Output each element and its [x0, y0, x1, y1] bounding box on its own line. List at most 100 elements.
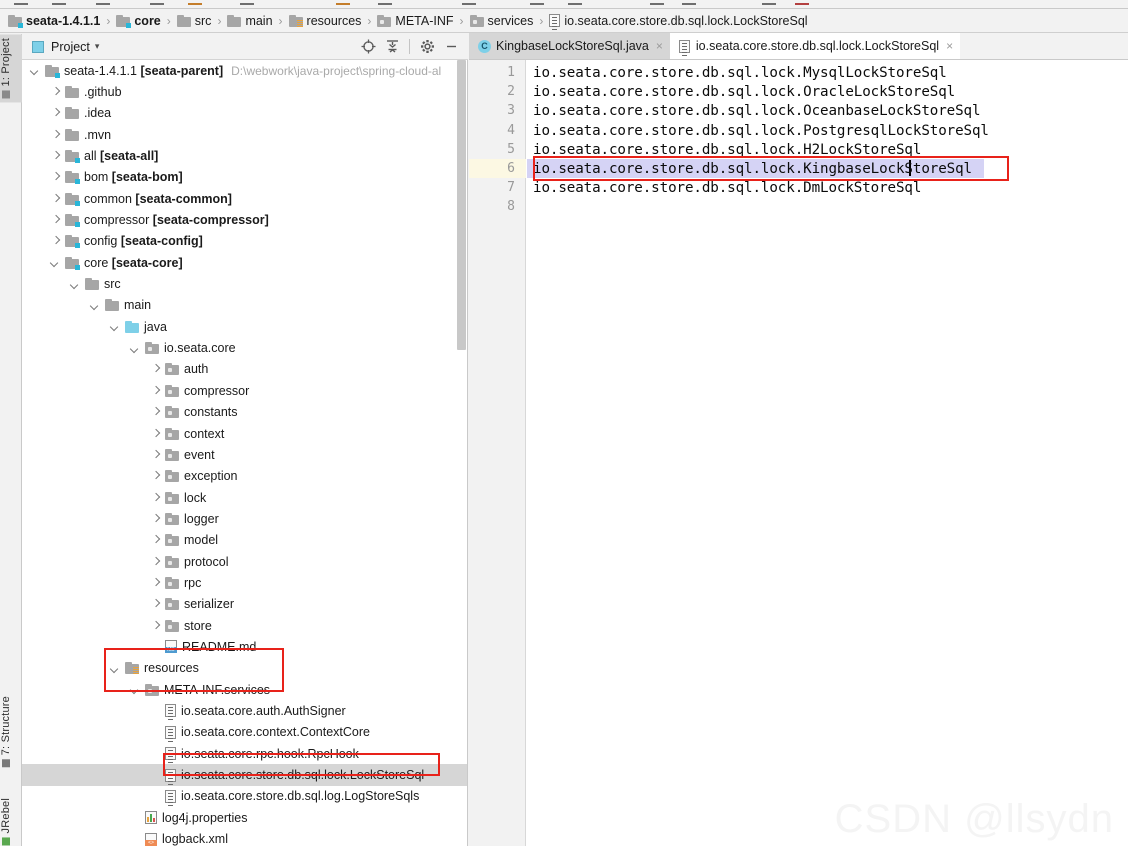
- chevron-down-icon[interactable]: [30, 65, 41, 76]
- editor-area[interactable]: 1 2 3 4 5 6 7 8 io.seata.core.store.db.sql.lock…: [469, 60, 1128, 846]
- tree-row[interactable]: .github: [22, 81, 467, 102]
- breadcrumb-item[interactable]: META-INF: [377, 9, 454, 33]
- tree-row[interactable]: common [seata-common]: [22, 188, 467, 209]
- tree-row[interactable]: resources: [22, 658, 467, 679]
- chevron-down-icon[interactable]: [130, 343, 141, 354]
- toolbar-icon[interactable]: [188, 0, 202, 5]
- breadcrumb-item[interactable]: src: [176, 9, 211, 33]
- code-line[interactable]: io.seata.core.store.db.sql.lock.Oceanbas…: [533, 103, 981, 119]
- chevron-down-icon[interactable]: [70, 279, 81, 290]
- chevron-right-icon[interactable]: [150, 513, 161, 524]
- code-line[interactable]: io.seata.core.store.db.sql.lock.DmLockSt…: [533, 180, 921, 196]
- sidebar-tab-jrebel[interactable]: JRebel: [0, 794, 22, 846]
- chevron-right-icon[interactable]: [150, 535, 161, 546]
- chevron-right-icon[interactable]: [150, 620, 161, 631]
- breadcrumb-item[interactable]: main: [227, 9, 273, 33]
- tree-row[interactable]: bom [seata-bom]: [22, 167, 467, 188]
- tree-row[interactable]: seata-1.4.1.1 [seata-parent] D:\webwork\j…: [22, 60, 467, 81]
- chevron-right-icon[interactable]: [150, 471, 161, 482]
- tree-row[interactable]: compressor [seata-compressor]: [22, 209, 467, 230]
- toolbar-icon[interactable]: [52, 0, 66, 5]
- settings-gear-icon[interactable]: [416, 36, 438, 58]
- tree-row[interactable]: context: [22, 423, 467, 444]
- tree-row[interactable]: event: [22, 444, 467, 465]
- chevron-right-icon[interactable]: [150, 599, 161, 610]
- toolbar-icon[interactable]: [96, 0, 110, 5]
- hide-panel-icon[interactable]: [440, 36, 462, 58]
- tree-row[interactable]: io.seata.core.auth.AuthSigner: [22, 700, 467, 721]
- chevron-right-icon[interactable]: [150, 407, 161, 418]
- breadcrumb-item[interactable]: seata-1.4.1.1: [8, 9, 100, 33]
- chevron-down-icon[interactable]: ▾: [95, 41, 100, 52]
- tree-row[interactable]: logger: [22, 508, 467, 529]
- toolbar-icon[interactable]: [795, 0, 809, 5]
- chevron-right-icon[interactable]: [150, 492, 161, 503]
- chevron-down-icon[interactable]: [110, 321, 121, 332]
- tree-row[interactable]: java: [22, 316, 467, 337]
- chevron-right-icon[interactable]: [50, 129, 61, 140]
- sidebar-tab-project[interactable]: 1: Project: [0, 34, 22, 103]
- project-tree[interactable]: seata-1.4.1.1 [seata-parent] D:\webwork\j…: [22, 60, 468, 846]
- sidebar-tab-structure[interactable]: 7: Structure: [0, 692, 22, 771]
- toolbar-icon[interactable]: [682, 0, 696, 5]
- toolbar-icon[interactable]: [14, 0, 28, 5]
- toolbar-icon[interactable]: [650, 0, 664, 5]
- tree-row[interactable]: store: [22, 615, 467, 636]
- chevron-down-icon[interactable]: [110, 663, 121, 674]
- chevron-right-icon[interactable]: [50, 151, 61, 162]
- chevron-down-icon[interactable]: [50, 257, 61, 268]
- chevron-right-icon[interactable]: [50, 236, 61, 247]
- editor-gutter[interactable]: 1 2 3 4 5 6 7 8: [469, 60, 526, 846]
- chevron-right-icon[interactable]: [150, 556, 161, 567]
- chevron-right-icon[interactable]: [150, 428, 161, 439]
- tree-row[interactable]: lock: [22, 487, 467, 508]
- code-line[interactable]: io.seata.core.store.db.sql.lock.H2LockSt…: [533, 142, 921, 158]
- chevron-right-icon[interactable]: [50, 215, 61, 226]
- breadcrumb-item[interactable]: services: [469, 9, 533, 33]
- tree-row[interactable]: constants: [22, 402, 467, 423]
- chevron-right-icon[interactable]: [150, 364, 161, 375]
- toolbar-icon[interactable]: [762, 0, 776, 5]
- close-icon[interactable]: ×: [656, 39, 663, 53]
- tree-row[interactable]: META-INF.services: [22, 679, 467, 700]
- tree-row[interactable]: core [seata-core]: [22, 252, 467, 273]
- toolbar-icon[interactable]: [530, 0, 544, 5]
- chevron-down-icon[interactable]: [130, 684, 141, 695]
- project-tree-scrollbar[interactable]: [457, 60, 466, 350]
- breadcrumb-item[interactable]: io.seata.core.store.db.sql.lock.LockStor…: [549, 9, 808, 33]
- tree-row[interactable]: io.seata.core.rpc.hook.RpcHook: [22, 743, 467, 764]
- tree-row[interactable]: main: [22, 295, 467, 316]
- code-line[interactable]: io.seata.core.store.db.sql.lock.Kingbase…: [533, 161, 972, 177]
- breadcrumb-item[interactable]: core: [116, 9, 161, 33]
- tree-row[interactable]: rpc: [22, 572, 467, 593]
- toolbar-icon[interactable]: [150, 0, 164, 5]
- toolbar-icon[interactable]: [568, 0, 582, 5]
- tree-row[interactable]: config [seata-config]: [22, 231, 467, 252]
- chevron-right-icon[interactable]: [150, 577, 161, 588]
- chevron-right-icon[interactable]: [50, 108, 61, 119]
- tree-row[interactable]: src: [22, 273, 467, 294]
- tree-row[interactable]: model: [22, 530, 467, 551]
- toolbar-icon[interactable]: [336, 0, 350, 5]
- locate-icon[interactable]: [357, 36, 379, 58]
- tree-row[interactable]: io.seata.core.store.db.sql.log.LogStoreS…: [22, 786, 467, 807]
- editor-tab-active[interactable]: io.seata.core.store.db.sql.lock.LockStor…: [669, 33, 961, 59]
- toolbar-icon[interactable]: [378, 0, 392, 5]
- tree-row[interactable]: auth: [22, 359, 467, 380]
- editor-tab[interactable]: C KingbaseLockStoreSql.java ×: [469, 33, 670, 59]
- tree-row[interactable]: io.seata.core: [22, 337, 467, 358]
- close-icon[interactable]: ×: [946, 39, 953, 53]
- chevron-right-icon[interactable]: [50, 193, 61, 204]
- tree-row[interactable]: protocol: [22, 551, 467, 572]
- tree-row[interactable]: <> logback.xml: [22, 828, 467, 846]
- toolbar-icon[interactable]: [240, 0, 254, 5]
- tree-row[interactable]: all [seata-all]: [22, 145, 467, 166]
- editor-code[interactable]: io.seata.core.store.db.sql.lock.MysqlLoc…: [527, 60, 1128, 846]
- chevron-right-icon[interactable]: [150, 449, 161, 460]
- tree-row[interactable]: .idea: [22, 103, 467, 124]
- breadcrumb-item[interactable]: resources: [288, 9, 361, 33]
- code-line[interactable]: io.seata.core.store.db.sql.lock.MysqlLoc…: [533, 65, 947, 81]
- tree-row[interactable]: exception: [22, 466, 467, 487]
- tree-row-selected[interactable]: io.seata.core.store.db.sql.lock.LockStor…: [22, 764, 467, 786]
- code-line[interactable]: io.seata.core.store.db.sql.lock.OracleLo…: [533, 84, 955, 100]
